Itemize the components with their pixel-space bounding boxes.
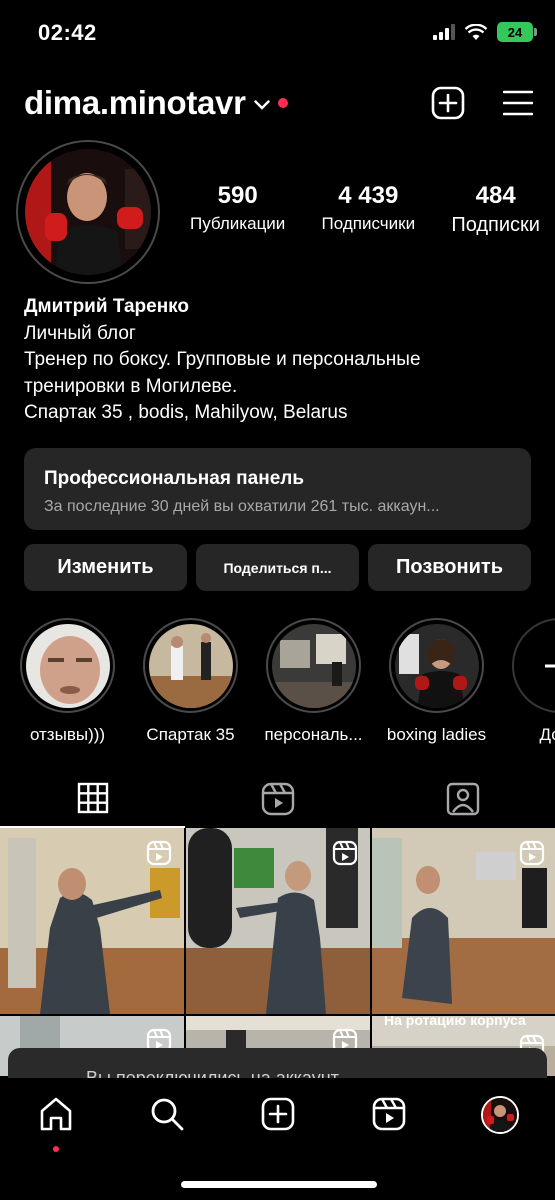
pro-panel-title: Профессиональная панель bbox=[44, 468, 305, 489]
chevron-down-icon[interactable] bbox=[253, 100, 270, 110]
username-switcher[interactable]: dima.minotavr bbox=[24, 84, 246, 122]
status-bar: 02:42 24 bbox=[0, 0, 555, 66]
highlight-item[interactable]: boxing ladies bbox=[387, 618, 486, 745]
reel-icon bbox=[519, 840, 545, 866]
stat-following[interactable]: 484 Подписки bbox=[451, 182, 540, 237]
reels-icon bbox=[261, 782, 294, 816]
tagged-person-icon bbox=[446, 782, 479, 816]
nav-create[interactable] bbox=[248, 1096, 308, 1152]
profile-bio: Дмитрий Таренко Личный блог Тренер по бо… bbox=[24, 294, 534, 427]
stat-followers[interactable]: 4 439 Подписчики bbox=[322, 182, 416, 237]
call-button[interactable]: Позвонить bbox=[368, 544, 531, 591]
bio-line: Личный блог bbox=[24, 322, 136, 344]
bottom-navigation bbox=[0, 1078, 555, 1200]
notification-dot bbox=[52, 1146, 59, 1152]
story-highlights: отзывы))) Спартак 35 персональ... boxing… bbox=[20, 618, 555, 745]
content-tabs bbox=[0, 770, 555, 828]
search-icon bbox=[151, 1098, 183, 1131]
battery-icon: 24 bbox=[497, 22, 537, 42]
plus-icon bbox=[544, 664, 555, 667]
create-post-icon[interactable] bbox=[431, 86, 465, 120]
add-highlight[interactable]: Доба bbox=[512, 618, 555, 745]
tab-tagged[interactable] bbox=[370, 770, 555, 828]
profile-name: Дмитрий Таренко bbox=[24, 296, 190, 317]
bio-line: Тренер по боксу. Групповые и персональны… bbox=[24, 349, 421, 370]
post-caption-overlay: На ротацию корпуса bbox=[384, 1016, 526, 1028]
profile-stats: 590 Публикации 4 439 Подписчики 484 Подп… bbox=[190, 182, 540, 237]
professional-dashboard[interactable]: Профессиональная панель За последние 30 … bbox=[24, 448, 531, 530]
highlight-cover bbox=[148, 623, 233, 708]
signal-icon bbox=[433, 24, 455, 40]
bio-line: тренировки в Могилеве. bbox=[24, 375, 238, 397]
highlight-label: Доба bbox=[539, 725, 555, 744]
stat-label: Подписчики bbox=[321, 214, 416, 233]
stat-value: 590 bbox=[217, 182, 258, 209]
highlight-label: boxing ladies bbox=[386, 725, 487, 744]
profile-avatar-icon bbox=[480, 1096, 519, 1134]
highlight-item[interactable]: отзывы))) bbox=[20, 618, 115, 745]
status-time: 02:42 bbox=[38, 20, 97, 45]
stat-value: 484 bbox=[475, 182, 516, 209]
highlight-label: Спартак 35 bbox=[146, 725, 235, 744]
highlight-cover bbox=[271, 623, 356, 708]
tab-reels[interactable] bbox=[185, 770, 370, 828]
nav-search[interactable] bbox=[137, 1096, 197, 1152]
profile-header: dima.minotavr bbox=[24, 80, 533, 126]
avatar-photo bbox=[25, 149, 151, 275]
highlight-item[interactable]: персональ... bbox=[264, 618, 363, 745]
nav-profile[interactable] bbox=[470, 1096, 530, 1152]
create-icon bbox=[261, 1097, 294, 1131]
highlight-cover bbox=[25, 623, 110, 708]
stat-label: Подписки bbox=[451, 214, 540, 236]
nav-home[interactable] bbox=[26, 1096, 86, 1152]
home-icon bbox=[40, 1097, 71, 1131]
profile-avatar[interactable] bbox=[16, 140, 160, 284]
highlight-item[interactable]: Спартак 35 bbox=[143, 618, 238, 745]
grid-post[interactable] bbox=[186, 828, 370, 1014]
stat-value: 4 439 bbox=[338, 182, 399, 209]
posts-grid: На ротацию корпуса bbox=[0, 828, 555, 1076]
reels-icon bbox=[372, 1097, 405, 1131]
pro-panel-subtitle: За последние 30 дней вы охватили 261 тыс… bbox=[44, 498, 440, 515]
wifi-icon bbox=[465, 23, 487, 40]
edit-profile-button[interactable]: Изменить bbox=[24, 544, 187, 591]
stat-label: Публикации bbox=[190, 214, 286, 233]
profile-actions: Изменить Поделиться п... Позвонить bbox=[24, 544, 531, 591]
menu-icon[interactable] bbox=[503, 90, 533, 116]
home-indicator bbox=[181, 1181, 377, 1188]
reel-icon bbox=[332, 840, 358, 866]
grid-icon bbox=[77, 782, 108, 814]
notification-dot bbox=[277, 98, 288, 108]
bio-location[interactable]: Спартак 35 , bodis, Mahilyow, Belarus bbox=[24, 400, 534, 427]
highlight-label: персональ... bbox=[264, 725, 363, 744]
highlight-label: отзывы))) bbox=[29, 725, 106, 744]
share-profile-button[interactable]: Поделиться п... bbox=[196, 544, 359, 591]
status-icons: 24 bbox=[433, 22, 537, 42]
highlight-cover bbox=[394, 623, 479, 708]
tab-posts-grid[interactable] bbox=[0, 770, 185, 828]
reel-icon bbox=[146, 840, 172, 866]
grid-post[interactable] bbox=[372, 828, 555, 1014]
grid-post[interactable] bbox=[0, 828, 184, 1014]
nav-reels[interactable] bbox=[359, 1096, 419, 1152]
stat-posts[interactable]: 590 Публикации bbox=[190, 182, 285, 237]
